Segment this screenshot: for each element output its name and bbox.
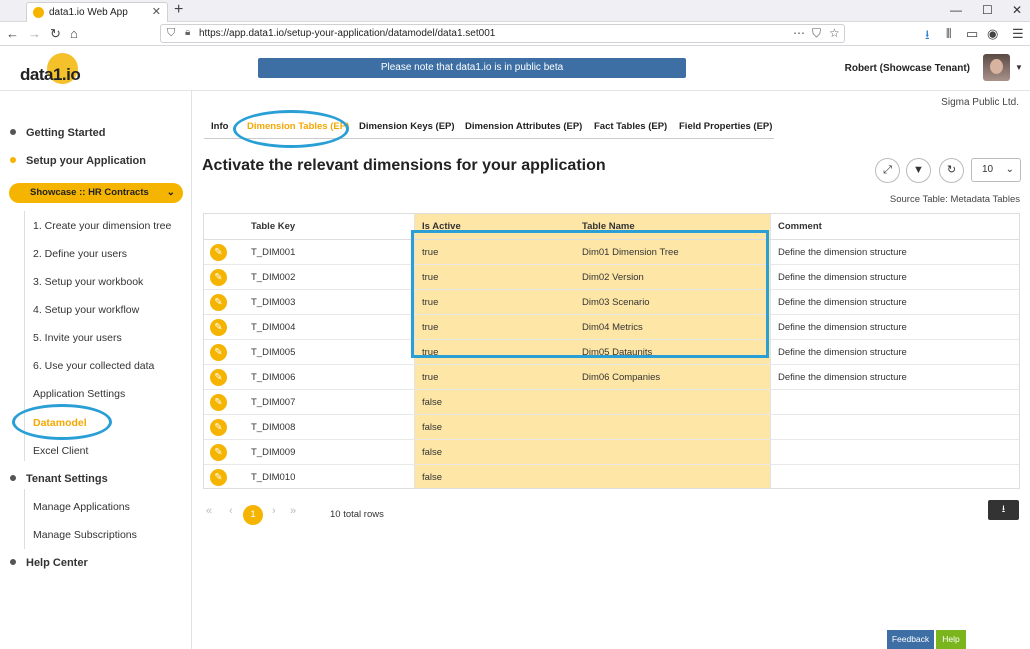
table-row[interactable]: ✎ T_DIM006 true Dim06 Companies Define t…: [204, 365, 1019, 390]
maximize-icon[interactable]: ☐: [982, 3, 993, 17]
nav-excel-client[interactable]: Excel Client: [33, 445, 88, 457]
download-icon[interactable]: ⭳: [1002, 504, 1006, 515]
edit-icon[interactable]: ✎: [210, 369, 227, 386]
caret-down-icon[interactable]: ▼: [1015, 63, 1023, 72]
table-row[interactable]: ✎ T_DIM010 false: [204, 465, 1019, 490]
table-row[interactable]: ✎ T_DIM009 false: [204, 440, 1019, 465]
bullet-icon: [10, 129, 16, 136]
bookmark-star-icon[interactable]: ☆: [829, 26, 840, 40]
chevron-down-icon[interactable]: ⌄: [167, 183, 175, 203]
lock-icon[interactable]: 🔒︎: [185, 27, 190, 38]
highlight-circle: [12, 404, 112, 440]
menu-icon[interactable]: ☰: [1012, 26, 1024, 42]
help-button[interactable]: Help: [936, 630, 966, 649]
user-name[interactable]: Robert (Showcase Tenant): [845, 63, 970, 74]
home-icon[interactable]: ⌂: [70, 26, 78, 41]
shield-icon[interactable]: ⛉: [167, 27, 175, 40]
tab-info[interactable]: Info: [211, 121, 228, 132]
pocket-icon[interactable]: ⛉: [812, 26, 821, 41]
nav-use-collected-data[interactable]: 6. Use your collected data: [33, 360, 154, 372]
filter-icon[interactable]: ▼: [906, 158, 931, 183]
download-button[interactable]: ⭳: [988, 500, 1019, 520]
last-page-icon[interactable]: »: [290, 505, 296, 517]
edit-icon[interactable]: ✎: [210, 444, 227, 461]
nav-manage-applications[interactable]: Manage Applications: [33, 501, 130, 513]
url-bar[interactable]: ⛉ 🔒︎ https://app.data1.io/setup-your-app…: [160, 24, 845, 43]
nav-create-dimension-tree[interactable]: 1. Create your dimension tree: [33, 220, 171, 232]
close-tab-icon[interactable]: ✕: [152, 5, 161, 18]
main-content: Sigma Public Ltd. Info Dimension Tables …: [193, 91, 1030, 649]
chevron-down-icon[interactable]: ⌄: [1006, 159, 1014, 181]
sidebar-toggle-icon[interactable]: ▭: [966, 26, 978, 42]
edit-icon[interactable]: ✎: [210, 394, 227, 411]
window-close-icon[interactable]: ✕: [1012, 3, 1022, 17]
tree-line: [24, 489, 25, 549]
tab-dimension-attributes[interactable]: Dimension Attributes (EP): [465, 121, 582, 132]
logo[interactable]: data1.io: [20, 65, 81, 85]
page-button-current[interactable]: 1: [243, 505, 263, 525]
table-row[interactable]: ✎ T_DIM008 false: [204, 415, 1019, 440]
bullet-icon: [10, 157, 16, 164]
highlight-rectangle: [411, 230, 769, 358]
column-header-table-key[interactable]: Table Key: [251, 214, 295, 239]
forward-icon[interactable]: →: [28, 26, 41, 41]
favicon-icon: [33, 7, 44, 18]
url-text[interactable]: https://app.data1.io/setup-your-applicat…: [199, 28, 495, 39]
bullet-icon: [10, 475, 16, 482]
avatar[interactable]: [983, 54, 1010, 81]
more-icon[interactable]: ⋯: [793, 26, 805, 40]
beta-notice: Please note that data1.io is in public b…: [258, 58, 686, 78]
account-icon[interactable]: ◉: [987, 26, 998, 42]
minimize-icon[interactable]: —: [950, 3, 962, 17]
company-name: Sigma Public Ltd.: [941, 97, 1019, 108]
source-table: Source Table: Metadata Tables: [889, 194, 1020, 205]
tab-fact-tables[interactable]: Fact Tables (EP): [594, 121, 667, 132]
nav-getting-started[interactable]: Getting Started: [10, 127, 105, 139]
page-title: Activate the relevant dimensions for you…: [202, 157, 606, 174]
browser-tab-title: data1.io Web App: [49, 7, 128, 18]
nav-setup-application[interactable]: Setup your Application: [10, 155, 146, 167]
back-icon[interactable]: ←: [6, 26, 19, 41]
column-header-comment[interactable]: Comment: [778, 214, 822, 239]
nav-setup-workflow[interactable]: 4. Setup your workflow: [33, 304, 139, 316]
sidebar: Getting Started Setup your Application S…: [0, 91, 192, 649]
browser-tabbar: data1.io Web App ✕ + — ☐ ✕: [0, 0, 1030, 22]
tab-dimension-keys[interactable]: Dimension Keys (EP): [359, 121, 455, 132]
highlight-circle: [233, 110, 349, 148]
bullet-icon: [10, 559, 16, 566]
refresh-icon[interactable]: ↻: [939, 158, 964, 183]
nav-define-users[interactable]: 2. Define your users: [33, 248, 127, 260]
edit-icon[interactable]: ✎: [210, 294, 227, 311]
table-row[interactable]: ✎ T_DIM007 false: [204, 390, 1019, 415]
nav-application-settings[interactable]: Application Settings: [33, 388, 125, 400]
edit-icon[interactable]: ✎: [210, 244, 227, 261]
nav-invite-users[interactable]: 5. Invite your users: [33, 332, 122, 344]
reload-icon[interactable]: ↻: [50, 26, 61, 42]
nav-manage-subscriptions[interactable]: Manage Subscriptions: [33, 529, 137, 541]
edit-icon[interactable]: ✎: [210, 269, 227, 286]
total-rows: 10 total rows: [330, 509, 384, 520]
library-icon[interactable]: ⫴: [946, 26, 951, 42]
first-page-icon[interactable]: «: [206, 505, 212, 517]
edit-icon[interactable]: ✎: [210, 344, 227, 361]
expand-icon[interactable]: ⤢: [875, 158, 900, 183]
browser-navbar: ← → ↻ ⌂ ⛉ 🔒︎ https://app.data1.io/setup-…: [0, 22, 1030, 46]
new-tab-icon[interactable]: +: [174, 1, 183, 19]
feedback-button[interactable]: Feedback: [887, 630, 934, 649]
tab-field-properties[interactable]: Field Properties (EP): [679, 121, 772, 132]
download-icon[interactable]: ⭳: [925, 26, 930, 48]
next-page-icon[interactable]: ›: [272, 505, 276, 517]
nav-tenant-settings[interactable]: Tenant Settings: [10, 473, 108, 485]
application-selector[interactable]: Showcase :: HR Contracts ⌄: [9, 183, 183, 203]
browser-tab[interactable]: data1.io Web App ✕: [26, 2, 168, 22]
edit-icon[interactable]: ✎: [210, 469, 227, 486]
app-header: data1.io Please note that data1.io is in…: [0, 47, 1030, 91]
nav-help-center[interactable]: Help Center: [10, 557, 88, 569]
edit-icon[interactable]: ✎: [210, 419, 227, 436]
edit-icon[interactable]: ✎: [210, 319, 227, 336]
nav-setup-workbook[interactable]: 3. Setup your workbook: [33, 276, 143, 288]
page-size-select[interactable]: 10 ⌄: [971, 158, 1021, 182]
prev-page-icon[interactable]: ‹: [229, 505, 233, 517]
